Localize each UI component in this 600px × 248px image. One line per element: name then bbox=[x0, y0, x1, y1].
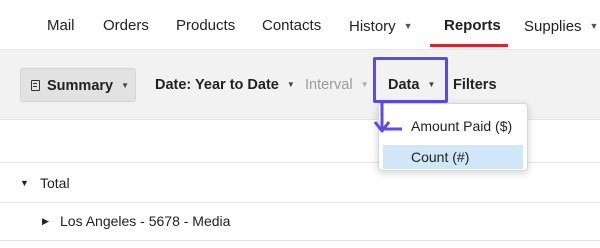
nav-item-products[interactable]: Products bbox=[176, 0, 235, 50]
caret-down-icon: ▼ bbox=[286, 80, 295, 89]
expanded-caret-icon[interactable]: ▼ bbox=[20, 164, 29, 202]
table-row[interactable]: ▶ Los Angeles - 5678 - Media bbox=[0, 202, 600, 240]
filters-label: Filters bbox=[453, 77, 497, 93]
nav-item-label: History bbox=[349, 18, 396, 35]
nav-item-label: Products bbox=[176, 17, 236, 34]
date-range-label: Date: Year to Date bbox=[155, 77, 279, 93]
nav-item-reports[interactable]: Reports bbox=[444, 0, 501, 50]
nav-item-label: Supplies bbox=[524, 18, 582, 35]
caret-down-icon: ▼ bbox=[360, 80, 369, 89]
data-button-highlight bbox=[373, 57, 448, 103]
nav-item-label: Contacts bbox=[262, 17, 322, 34]
summary-button[interactable]: Summary ▼ bbox=[20, 68, 136, 102]
menu-item-amount-paid[interactable]: Amount Paid ($) bbox=[383, 114, 523, 138]
interval-label: Interval bbox=[305, 77, 353, 93]
nav-item-label: Reports bbox=[444, 17, 501, 34]
caret-down-icon: ▼ bbox=[589, 21, 599, 31]
row-label: Los Angeles - 5678 - Media bbox=[60, 213, 231, 229]
interval-button[interactable]: Interval ▼ bbox=[295, 68, 378, 102]
annotation-arrow-icon bbox=[373, 103, 402, 133]
nav-item-label: Orders bbox=[103, 17, 149, 34]
row-divider bbox=[0, 240, 600, 241]
nav-item-contacts[interactable]: Contacts bbox=[262, 0, 321, 50]
date-range-button[interactable]: Date: Year to Date ▼ bbox=[145, 68, 305, 102]
nav-item-history[interactable]: History ▼ bbox=[349, 0, 413, 50]
filters-button[interactable]: Filters bbox=[443, 68, 507, 102]
menu-item-label: Count (#) bbox=[411, 149, 470, 165]
caret-down-icon: ▼ bbox=[403, 21, 413, 31]
summary-label: Summary bbox=[47, 78, 114, 94]
active-tab-underline bbox=[430, 44, 508, 47]
nav-item-label: Mail bbox=[47, 17, 75, 34]
nav-item-orders[interactable]: Orders bbox=[103, 0, 149, 50]
nav-item-mail[interactable]: Mail bbox=[47, 0, 75, 50]
nav-item-supplies[interactable]: Supplies ▼ bbox=[524, 0, 598, 50]
menu-item-count[interactable]: Count (#) bbox=[383, 145, 523, 169]
top-nav: Mail Orders Products Contacts History ▼ R… bbox=[0, 0, 600, 50]
collapsed-caret-icon[interactable]: ▶ bbox=[42, 202, 49, 240]
report-icon bbox=[31, 80, 40, 91]
row-label: Total bbox=[40, 175, 70, 191]
menu-item-label: Amount Paid ($) bbox=[411, 118, 513, 134]
caret-down-icon: ▼ bbox=[121, 81, 130, 90]
